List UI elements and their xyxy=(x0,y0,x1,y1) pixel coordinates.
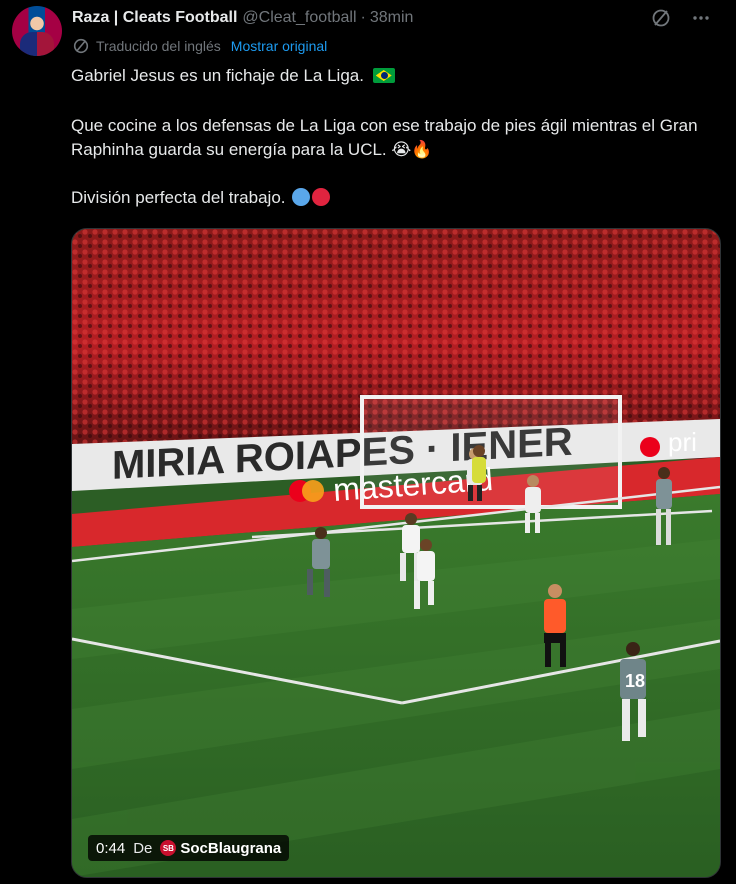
timestamp[interactable]: 38min xyxy=(370,9,414,27)
fire-icon: 🔥 xyxy=(411,140,433,159)
video-duration-badge: 0:44 De SB SocBlaugrana xyxy=(88,835,290,861)
tweet-header: Raza | Cleats Football @Cleat_football ·… xyxy=(72,6,724,30)
header-actions xyxy=(650,6,712,30)
author-name[interactable]: Raza | Cleats Football xyxy=(72,9,237,27)
tweet-line-3-text: División perfecta del trabajo. xyxy=(71,188,286,207)
translation-bar: Traducido del inglés Mostrar original xyxy=(72,37,327,55)
tweet-line-3: División perfecta del trabajo. xyxy=(71,186,331,210)
tweet-line-1: Gabriel Jesus es un fichaje de La Liga. xyxy=(71,64,395,88)
tweet-line-2-text: Que cocine a los defensas de La Liga con… xyxy=(71,116,698,159)
from-label: De xyxy=(133,839,153,857)
svg-text:18: 18 xyxy=(625,671,645,691)
video-frame: MIRIA ROIAPES · IENER mastercard pri 18 xyxy=(72,229,720,877)
video-source[interactable]: SB SocBlaugrana xyxy=(160,840,281,857)
red-circle-icon xyxy=(312,188,331,206)
slash-circle-icon[interactable] xyxy=(650,7,672,29)
show-original-link[interactable]: Mostrar original xyxy=(231,38,327,54)
separator: · xyxy=(360,9,366,26)
author-handle[interactable]: @Cleat_football xyxy=(242,9,356,27)
video-source-name[interactable]: SocBlaugrana xyxy=(180,840,281,857)
source-logo-icon: SB xyxy=(160,840,177,856)
tweet[interactable]: Raza | Cleats Football @Cleat_football ·… xyxy=(0,0,736,884)
blue-circle-icon xyxy=(292,188,311,206)
video-player[interactable]: MIRIA ROIAPES · IENER mastercard pri 18 … xyxy=(71,228,721,878)
crying-face-icon: 😭 xyxy=(391,140,412,159)
translate-icon xyxy=(73,38,89,54)
tweet-line-1-text: Gabriel Jesus es un fichaje de La Liga. xyxy=(71,66,364,85)
more-icon[interactable] xyxy=(690,7,712,29)
avatar[interactable] xyxy=(12,6,62,56)
brazil-flag-icon xyxy=(372,68,395,83)
translated-label: Traducido del inglés xyxy=(96,38,221,54)
ad-board-text-right: pri xyxy=(668,427,697,457)
tweet-line-2: Que cocine a los defensas de La Liga con… xyxy=(71,114,721,162)
video-duration: 0:44 xyxy=(96,839,126,857)
